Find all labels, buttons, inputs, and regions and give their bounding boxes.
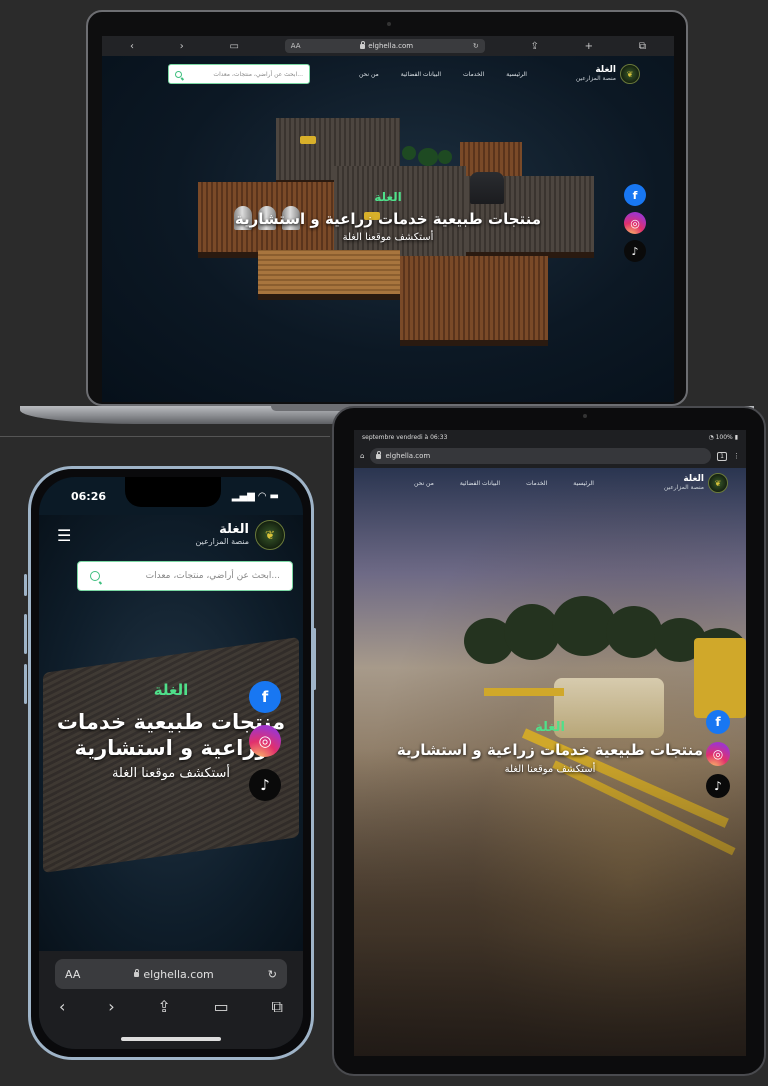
status-icons: ▂▄▆ ◠ ▬ [232, 491, 279, 502]
hero-headline: منتجات طبيعية خدمات زراعية و استشارية [396, 741, 704, 759]
laptop-device: ‹ › ▭ AA elghella.com ↻ ⇪ + ⧉ ابحث عن أر… [20, 10, 754, 424]
social-links: f ◎ ♪ [706, 710, 730, 798]
battery-indicator: ◔ 100% ▮ [708, 433, 738, 441]
background-divider [0, 436, 330, 437]
website-viewport: ☰ الغلة منصة المزارعين ❦ ابحث عن أراضي، … [39, 515, 303, 951]
website-viewport: ابحث عن أراضي، منتجات، معدات... الرئيسية… [102, 56, 674, 402]
reload-icon[interactable]: ↻ [268, 968, 277, 981]
hero-section: الغلة منتجات طبيعية خدمات زراعية و استشا… [102, 190, 674, 243]
back-icon[interactable]: ‹ [130, 41, 134, 52]
logo-emblem-icon: ❦ [255, 520, 285, 550]
logo-title: الغلة [219, 522, 249, 538]
hamburger-menu-icon[interactable]: ☰ [57, 526, 71, 545]
facebook-icon[interactable]: f [249, 681, 281, 713]
hero-cta[interactable]: أستكشف موقعنا الغلة [102, 232, 674, 243]
phone-browser-toolbar: AA elghella.com ↻ ‹ › ⇪ ▭ ⧉ [39, 951, 303, 1049]
laptop-camera [387, 22, 391, 26]
instagram-icon[interactable]: ◎ [706, 742, 730, 766]
phone-screen: 06:26 ▂▄▆ ◠ ▬ ☰ الغلة منصة المزارعين ❦ ا… [39, 477, 303, 1049]
tablet-url-text: elghella.com [385, 452, 431, 460]
tiktok-icon[interactable]: ♪ [249, 769, 281, 801]
facebook-icon[interactable]: f [706, 710, 730, 734]
tabs-icon[interactable]: ⧉ [272, 997, 283, 1017]
tablet-screen: septembre vendredi à 06:33 ◔ 100% ▮ ⌂ el… [354, 430, 746, 1056]
home-icon[interactable]: ⌂ [360, 452, 364, 460]
search-placeholder: ابحث عن أراضي، منتجات، معدات... [145, 571, 280, 581]
tablet-browser-bar: ⌂ elghella.com 1 ⋮ [354, 444, 746, 468]
phone-address-bar[interactable]: AA elghella.com ↻ [55, 959, 287, 989]
hero-section: الغلة منتجات طبيعية خدمات زراعية و استشا… [354, 720, 746, 775]
bookmarks-icon[interactable]: ▭ [230, 41, 239, 52]
signal-icon: ▂▄▆ [231, 490, 255, 502]
tablet-device: septembre vendredi à 06:33 ◔ 100% ▮ ⌂ el… [332, 406, 766, 1076]
laptop-lid: ‹ › ▭ AA elghella.com ↻ ⇪ + ⧉ ابحث عن أر… [86, 10, 688, 406]
tabs-icon[interactable]: ⧉ [639, 41, 646, 52]
social-links: f ◎ ♪ [249, 681, 281, 801]
search-input[interactable]: ابحث عن أراضي، منتجات، معدات... [77, 561, 293, 591]
website-viewport: الرئيسية الخدمات البيانات الفضائية من نح… [354, 468, 746, 1056]
reload-icon[interactable]: ↻ [473, 42, 479, 50]
tab-count-icon[interactable]: 1 [717, 451, 727, 461]
laptop-screen: ‹ › ▭ AA elghella.com ↻ ⇪ + ⧉ ابحث عن أر… [102, 36, 674, 402]
wifi-icon: ◠ [258, 490, 267, 502]
search-icon [90, 571, 100, 581]
hero-cta[interactable]: أستكشف موقعنا الغلة [354, 764, 746, 775]
phone-time: 06:26 [71, 489, 107, 503]
browser-toolbar: ‹ › ▭ AA elghella.com ↻ ⇪ + ⧉ [102, 36, 674, 56]
hero-headline: منتجات طبيعية خدمات زراعية و استشارية [234, 210, 542, 228]
wifi-icon: ◔ [708, 433, 716, 441]
facebook-icon[interactable]: f [624, 184, 646, 206]
tiktok-icon[interactable]: ♪ [706, 774, 730, 798]
site-logo[interactable]: الغلة منصة المزارعين ❦ [195, 520, 285, 550]
tablet-camera [583, 414, 587, 418]
url-text: elghella.com [368, 42, 414, 50]
tablet-date-time: septembre vendredi à 06:33 [362, 433, 448, 441]
lock-icon [134, 968, 140, 977]
new-tab-icon[interactable]: + [585, 41, 593, 52]
instagram-icon[interactable]: ◎ [249, 725, 281, 757]
lock-icon [360, 40, 366, 49]
home-indicator [121, 1037, 221, 1041]
share-icon[interactable]: ⇪ [157, 997, 170, 1017]
battery-icon: ▮ [734, 433, 738, 441]
text-size-button[interactable]: AA [291, 42, 301, 50]
logo-tagline: منصة المزارعين [195, 536, 249, 546]
forward-icon[interactable]: › [108, 997, 114, 1017]
back-icon[interactable]: ‹ [59, 997, 65, 1017]
site-navbar: ☰ الغلة منصة المزارعين ❦ [39, 515, 303, 555]
tablet-address-bar[interactable]: elghella.com [370, 448, 712, 464]
forward-icon[interactable]: › [180, 41, 184, 52]
hero-brand: الغلة [535, 720, 565, 735]
phone-nav-buttons: ‹ › ⇪ ▭ ⧉ [59, 997, 283, 1017]
more-menu-icon[interactable]: ⋮ [733, 452, 740, 460]
text-size-button[interactable]: AA [65, 968, 80, 981]
battery-icon: ▬ [269, 490, 279, 502]
phone-device: 06:26 ▂▄▆ ◠ ▬ ☰ الغلة منصة المزارعين ❦ ا… [28, 466, 314, 1060]
tiktok-icon[interactable]: ♪ [624, 240, 646, 262]
social-links: f ◎ ♪ [624, 184, 646, 262]
dynamic-island [125, 477, 221, 507]
tablet-status-bar: septembre vendredi à 06:33 ◔ 100% ▮ [354, 430, 746, 444]
hero-brand: الغلة [374, 190, 402, 204]
lock-icon [376, 450, 382, 459]
share-icon[interactable]: ⇪ [531, 41, 539, 52]
address-bar[interactable]: AA elghella.com ↻ [284, 39, 485, 53]
bookmarks-icon[interactable]: ▭ [214, 997, 229, 1017]
instagram-icon[interactable]: ◎ [624, 212, 646, 234]
phone-url-text: elghella.com [143, 967, 214, 981]
